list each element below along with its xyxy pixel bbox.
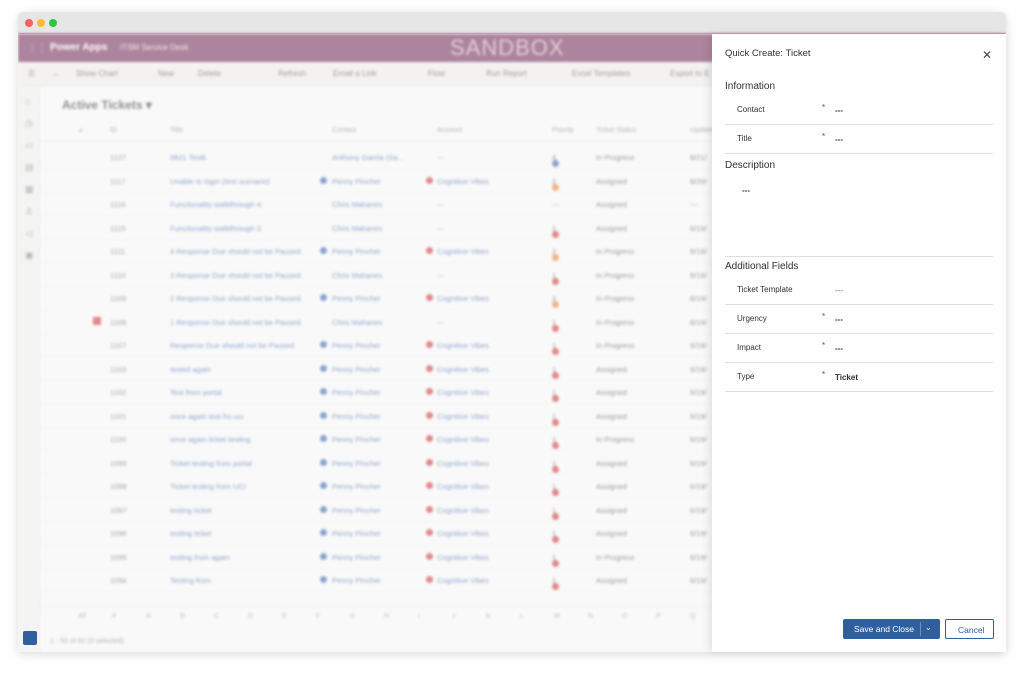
quick-create-panel: Quick Create: Ticket ✕ Information Conta… (712, 34, 1006, 652)
ticket-template-value[interactable]: --- (835, 286, 843, 295)
required-marker: * (822, 132, 826, 141)
section-description: Description (725, 160, 776, 171)
section-additional-fields: Additional Fields (725, 261, 799, 272)
cancel-button[interactable]: Cancel (945, 619, 994, 639)
contact-label: Contact (737, 105, 765, 114)
minimize-window-icon[interactable] (37, 19, 45, 27)
title-value[interactable]: --- (835, 135, 843, 144)
user-avatar[interactable] (23, 631, 37, 645)
contact-field[interactable]: Contact * --- (725, 96, 993, 125)
required-marker: * (822, 370, 826, 379)
urgency-label: Urgency (737, 314, 767, 323)
maximize-window-icon[interactable] (49, 19, 57, 27)
button-separator (920, 622, 921, 636)
description-divider (725, 256, 993, 257)
section-information: Information (725, 81, 776, 92)
impact-field[interactable]: Impact * --- (725, 334, 993, 363)
urgency-value[interactable]: --- (835, 315, 843, 324)
cancel-label: Cancel (958, 625, 985, 635)
recommended-marker: * (822, 341, 826, 350)
save-and-close-button[interactable]: Save and Close ⌄ (843, 619, 940, 639)
close-icon[interactable]: ✕ (980, 48, 994, 62)
ticket-template-field[interactable]: Ticket Template --- (725, 276, 993, 305)
recommended-marker: * (822, 312, 826, 321)
urgency-field[interactable]: Urgency * --- (725, 305, 993, 334)
type-field[interactable]: Type * Ticket (725, 363, 993, 392)
close-window-icon[interactable] (25, 19, 33, 27)
title-label: Title (737, 134, 752, 143)
type-value[interactable]: Ticket (835, 373, 858, 382)
type-label: Type (737, 372, 755, 381)
save-and-close-label: Save and Close (854, 624, 915, 634)
title-field[interactable]: Title * --- (725, 125, 993, 154)
quick-create-title: Quick Create: Ticket (725, 48, 811, 59)
chevron-down-icon[interactable]: ⌄ (925, 623, 932, 632)
impact-value[interactable]: --- (835, 344, 843, 353)
ticket-template-label: Ticket Template (737, 285, 793, 294)
window-titlebar (18, 12, 1006, 34)
impact-label: Impact (737, 343, 762, 352)
description-value[interactable]: --- (742, 186, 750, 195)
contact-value[interactable]: --- (835, 106, 843, 115)
required-marker: * (822, 103, 826, 112)
